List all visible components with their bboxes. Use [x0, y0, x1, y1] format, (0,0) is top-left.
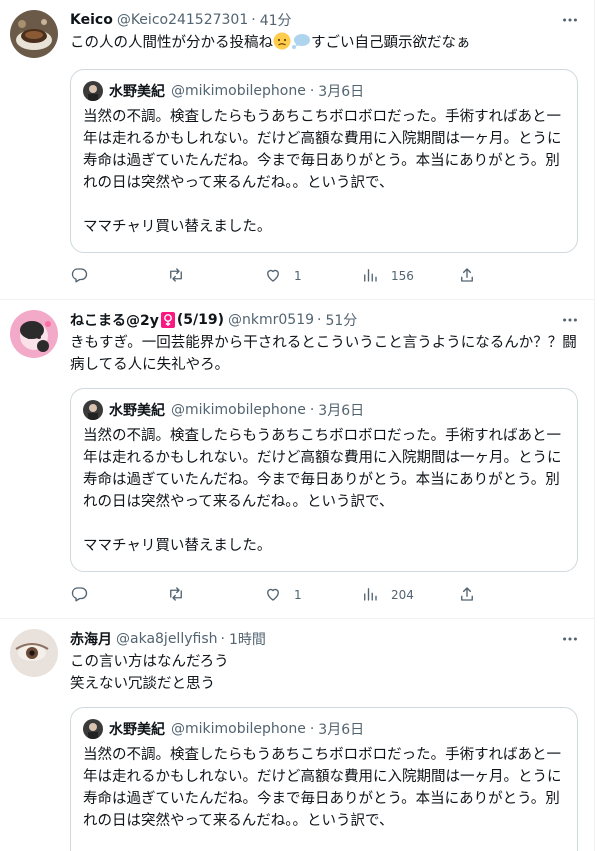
user-handle[interactable]: @nkmr0519 [228, 312, 314, 328]
tweet-actions: 1 156 [70, 253, 578, 299]
like-button[interactable]: 1 [264, 585, 361, 606]
quoted-avatar [83, 719, 103, 739]
reply-icon [70, 585, 88, 606]
quoted-display-name: 水野美紀 [109, 403, 165, 419]
quoted-header: 水野美紀 @mikimobilephone · 3月6日 [83, 718, 565, 740]
reply-button[interactable] [70, 585, 167, 606]
quoted-text: 当然の不調。検査したらもうあちこちボロボロだった。手術すればあと一年は走れるかも… [83, 106, 565, 238]
retweet-button[interactable] [167, 585, 264, 606]
tweet-text: この人の人間性が分かる投稿ね すごい自己顕示欲だなぁ [70, 32, 578, 57]
quoted-paragraph: ママチャリ買い替えました。 [83, 219, 272, 235]
user-handle[interactable]: @Keico241527301 [117, 12, 248, 28]
quoted-handle: @mikimobilephone [171, 721, 306, 737]
tweet-text: きもすぎ。一回芸能界から干されるとこういうこと言うようになるんか？？闘病してる人… [70, 335, 577, 373]
tweet[interactable]: Keico @Keico241527301 · 41分 この人の人間性が分かる投… [0, 0, 594, 300]
more-icon[interactable] [560, 629, 580, 649]
retweet-button[interactable] [167, 266, 264, 287]
share-button[interactable] [458, 266, 476, 287]
tweet-text: この言い方はなんだろう 笑えない冗談だと思う [70, 651, 578, 695]
tweet[interactable]: ねこまる@2y (5/19) @nkmr0519 · 51分 きもすぎ。一回芸能… [0, 300, 594, 619]
retweet-icon [167, 585, 185, 606]
reply-button[interactable] [70, 266, 167, 287]
worried-face-icon [273, 32, 291, 57]
heart-icon [264, 266, 282, 287]
quoted-date: 3月6日 [318, 403, 365, 419]
share-button[interactable] [458, 585, 476, 606]
female-sign-icon [160, 312, 175, 328]
quoted-paragraph: ママチャリ買い替えました。 [83, 538, 272, 554]
thought-bubble-icon [291, 32, 311, 57]
user-handle[interactable]: @aka8jellyfish [116, 631, 217, 647]
avatar[interactable] [10, 310, 58, 358]
more-icon[interactable] [560, 10, 580, 30]
reply-icon [70, 266, 88, 287]
heart-icon [264, 585, 282, 606]
view-count: 204 [391, 588, 414, 602]
quoted-tweet[interactable]: 水野美紀 @mikimobilephone · 3月6日 当然の不調。検査したら… [70, 388, 578, 572]
quoted-display-name: 水野美紀 [109, 84, 165, 100]
timestamp[interactable]: 41分 [260, 10, 292, 30]
quoted-text: 当然の不調。検査したらもうあちこちボロボロだった。手術すればあと一年は走れるかも… [83, 425, 565, 557]
separator: · [309, 721, 315, 737]
quoted-tweet[interactable]: 水野美紀 @mikimobilephone · 3月6日 当然の不調。検査したら… [70, 707, 578, 851]
share-icon [458, 266, 476, 287]
views-button[interactable]: 204 [361, 585, 458, 606]
tweet-header: 赤海月 @aka8jellyfish · 1時間 [70, 629, 578, 649]
quoted-avatar [83, 81, 103, 101]
quoted-paragraph: 当然の不調。検査したらもうあちこちボロボロだった。手術すればあと一年は走れるかも… [83, 109, 562, 191]
display-name[interactable]: ねこまる@2y [70, 310, 159, 330]
tweet[interactable]: 赤海月 @aka8jellyfish · 1時間 この言い方はなんだろう 笑えな… [0, 619, 594, 851]
timestamp[interactable]: 51分 [325, 310, 357, 330]
retweet-icon [167, 266, 185, 287]
like-button[interactable]: 1 [264, 266, 361, 287]
separator: · [317, 312, 322, 328]
quoted-header: 水野美紀 @mikimobilephone · 3月6日 [83, 80, 565, 102]
analytics-icon [361, 266, 379, 287]
tweet-actions: 1 204 [70, 572, 578, 618]
tweet-text-part: この人の人間性が分かる投稿ね [70, 35, 273, 51]
display-name[interactable]: Keico [70, 12, 113, 28]
separator: · [309, 402, 315, 418]
quoted-avatar [83, 400, 103, 420]
tweet-text-part: すごい自己顕示欲だなぁ [311, 35, 471, 51]
view-count: 156 [391, 269, 414, 283]
timestamp[interactable]: 1時間 [229, 629, 266, 649]
like-count: 1 [294, 588, 302, 602]
separator: · [220, 631, 225, 647]
timeline: Keico @Keico241527301 · 41分 この人の人間性が分かる投… [0, 0, 595, 851]
separator: · [251, 12, 256, 28]
tweet-header: ねこまる@2y (5/19) @nkmr0519 · 51分 [70, 310, 578, 330]
quoted-date: 3月6日 [318, 722, 365, 738]
share-icon [458, 585, 476, 606]
quoted-tweet[interactable]: 水野美紀 @mikimobilephone · 3月6日 当然の不調。検査したら… [70, 69, 578, 253]
quoted-text: 当然の不調。検査したらもうあちこちボロボロだった。手術すればあと一年は走れるかも… [83, 744, 565, 851]
views-button[interactable]: 156 [361, 266, 458, 287]
separator: · [309, 83, 315, 99]
tweet-line: 笑えない冗談だと思う [70, 676, 215, 692]
display-name-suffix[interactable]: (5/19) [177, 312, 224, 328]
tweet-header: Keico @Keico241527301 · 41分 [70, 10, 578, 30]
quoted-date: 3月6日 [318, 84, 365, 100]
quoted-paragraph: 当然の不調。検査したらもうあちこちボロボロだった。手術すればあと一年は走れるかも… [83, 428, 562, 510]
quoted-handle: @mikimobilephone [171, 402, 306, 418]
analytics-icon [361, 585, 379, 606]
avatar[interactable] [10, 10, 58, 58]
quoted-display-name: 水野美紀 [109, 722, 165, 738]
avatar[interactable] [10, 629, 58, 677]
display-name[interactable]: 赤海月 [70, 629, 112, 649]
quoted-header: 水野美紀 @mikimobilephone · 3月6日 [83, 399, 565, 421]
tweet-line: この言い方はなんだろう [70, 654, 229, 670]
quoted-handle: @mikimobilephone [171, 83, 306, 99]
more-icon[interactable] [560, 310, 580, 330]
like-count: 1 [294, 269, 302, 283]
quoted-paragraph: 当然の不調。検査したらもうあちこちボロボロだった。手術すればあと一年は走れるかも… [83, 747, 562, 829]
